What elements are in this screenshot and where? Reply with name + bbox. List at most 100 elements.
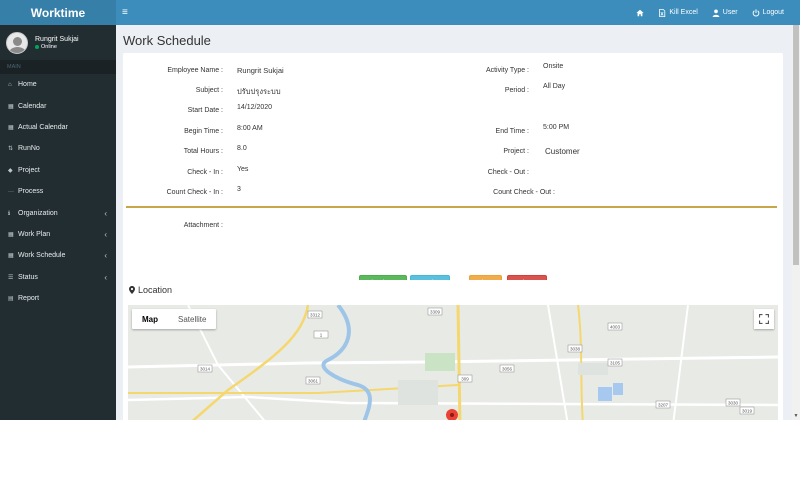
- online-dot-icon: [35, 45, 39, 49]
- map-tab[interactable]: Map: [132, 309, 168, 329]
- calendar-icon: ▦: [8, 103, 14, 110]
- route-shield-label: 3312: [310, 313, 321, 318]
- sidebar-item-status[interactable]: ☰ Status ‹: [0, 267, 116, 288]
- sidebar-item-actual-calendar[interactable]: ▦ Actual Calendar: [0, 117, 116, 138]
- total-hours-value: 8.0: [237, 145, 247, 152]
- route-shield: 3019: [739, 406, 755, 415]
- route-shield-label: 3030: [728, 401, 739, 406]
- sidebar-item-label: Report: [18, 295, 40, 303]
- location-title-label: Location: [138, 285, 173, 295]
- project-value: Customer: [545, 147, 580, 156]
- user-name: Rungrit Sukjai: [35, 36, 79, 43]
- route-shield-label: 3038: [570, 347, 581, 352]
- employee-name-value: Rungrit Sukjai: [237, 66, 284, 75]
- period-value: All Day: [543, 83, 566, 90]
- sidebar-item-label: Home: [18, 81, 37, 89]
- activity-type-value: Onsite: [543, 63, 564, 70]
- home-icon: [636, 9, 644, 16]
- subject-label: Subject :: [195, 87, 223, 94]
- location-title: Location: [129, 285, 172, 295]
- user-status: Online: [35, 44, 79, 50]
- logout-button[interactable]: Logout: [752, 8, 784, 17]
- satellite-tab[interactable]: Satellite: [168, 309, 216, 329]
- calendar-icon: ▦: [8, 124, 14, 131]
- route-shield: 3030: [725, 398, 741, 407]
- route-shield: 3061: [305, 376, 321, 385]
- fullscreen-icon: [759, 314, 769, 324]
- kill-excel-button[interactable]: Kill Excel: [658, 8, 698, 17]
- start-date-value: 14/12/2020: [237, 104, 273, 111]
- sidebar-item-label: Organization: [18, 209, 58, 217]
- app-logo[interactable]: Worktime: [0, 0, 116, 25]
- count-check-in-label: Count Check - In :: [166, 189, 223, 196]
- route-shield-label: 4003: [610, 325, 621, 330]
- end-time-value: 5:00 PM: [543, 124, 570, 131]
- form-divider: [126, 206, 777, 208]
- route-shield: 3105: [607, 358, 623, 367]
- route-shield: 4003: [607, 322, 623, 331]
- route-shield: 3207: [655, 400, 671, 409]
- scroll-down-arrow-icon[interactable]: ▼: [792, 412, 800, 420]
- end-time-label: End Time :: [495, 128, 529, 135]
- user-panel: Rungrit Sukjai Online: [0, 25, 116, 60]
- user-icon: [712, 9, 720, 17]
- route-shield-label: 3061: [308, 379, 319, 384]
- sidebar-item-project[interactable]: ◆ Project: [0, 160, 116, 181]
- sidebar-item-work-plan[interactable]: ▦ Work Plan ‹: [0, 224, 116, 245]
- info-icon: ℹ: [8, 210, 11, 217]
- map-view[interactable]: 3312 1 3309 3038 3014 4003 3105 3207 3019 3030 306…: [128, 305, 778, 420]
- sidebar-item-calendar[interactable]: ▦ Calendar: [0, 95, 116, 116]
- user-button[interactable]: User: [712, 9, 738, 17]
- topbar: ≡ Kill Excel User Logout: [116, 0, 800, 25]
- sidebar-item-process[interactable]: ··· Process: [0, 181, 116, 202]
- scroll-thumb[interactable]: [793, 25, 799, 265]
- sidebar-item-label: Calendar: [18, 102, 47, 110]
- sidebar-item-work-schedule[interactable]: ▦ Work Schedule ‹: [0, 245, 116, 266]
- route-shield: 3309: [427, 307, 443, 316]
- page-scrollbar[interactable]: ▼: [792, 25, 800, 420]
- kill-excel-label: Kill Excel: [669, 9, 698, 16]
- chevron-left-icon: ‹: [104, 272, 107, 282]
- map-type-toggle: Map Satellite: [132, 309, 217, 329]
- check-in-value: Yes: [237, 166, 249, 173]
- begin-time-value: 8:00 AM: [237, 125, 263, 132]
- route-shield-label: 3207: [658, 403, 669, 408]
- logout-label: Logout: [762, 9, 784, 16]
- avatar: [6, 31, 28, 54]
- menu-toggle-icon[interactable]: ≡: [122, 7, 130, 18]
- attachment-label: Attachment :: [183, 222, 223, 229]
- home-button[interactable]: [636, 9, 644, 17]
- sidebar-item-label: Status: [18, 273, 38, 281]
- file-icon: ▤: [8, 296, 14, 303]
- map-tiles: 3312 1 3309 3038 3014 4003 3105 3207 30193030 306…: [128, 305, 778, 420]
- tag-icon: ◆: [8, 167, 13, 174]
- check-out-label: Check - Out :: [487, 169, 529, 176]
- sidebar-item-label: Work Schedule: [18, 252, 66, 260]
- period-label: Period :: [504, 87, 529, 94]
- sidebar-item-label: RunNo: [18, 145, 40, 153]
- route-shield: 3014: [197, 364, 213, 373]
- sidebar-item-home[interactable]: ⌂ Home: [0, 74, 116, 95]
- app: Worktime Rungrit Sukjai Online MAIN ⌂ Ho…: [0, 0, 800, 420]
- count-check-out-label: Count Check - Out :: [493, 189, 555, 196]
- route-shield-label: 3014: [200, 367, 211, 372]
- topbar-actions: Kill Excel User Logout: [622, 8, 800, 17]
- sidebar-item-label: Actual Calendar: [18, 123, 68, 131]
- subject-value: ปรับปรุงระบบ: [237, 87, 281, 96]
- fullscreen-button[interactable]: [754, 309, 774, 329]
- menu-header: MAIN: [0, 60, 116, 74]
- count-check-in-value: 3: [237, 186, 241, 193]
- route-shield-label: 3309: [430, 310, 441, 315]
- project-label: Project :: [503, 148, 529, 155]
- start-date-label: Start Date :: [187, 107, 223, 114]
- calendar-icon: ▦: [8, 253, 14, 260]
- route-shield: 1: [313, 330, 329, 339]
- home-icon: ⌂: [8, 81, 12, 88]
- sidebar-item-organization[interactable]: ℹ Organization ‹: [0, 202, 116, 223]
- route-shield: 309: [457, 374, 473, 383]
- sidebar-item-report[interactable]: ▤ Report: [0, 288, 116, 309]
- sidebar-item-runno[interactable]: ⇅ RunNo: [0, 138, 116, 159]
- map-marker-pin[interactable]: [446, 409, 458, 420]
- sidebar-item-label: Work Plan: [18, 230, 51, 238]
- route-shield-label: 3105: [610, 361, 621, 366]
